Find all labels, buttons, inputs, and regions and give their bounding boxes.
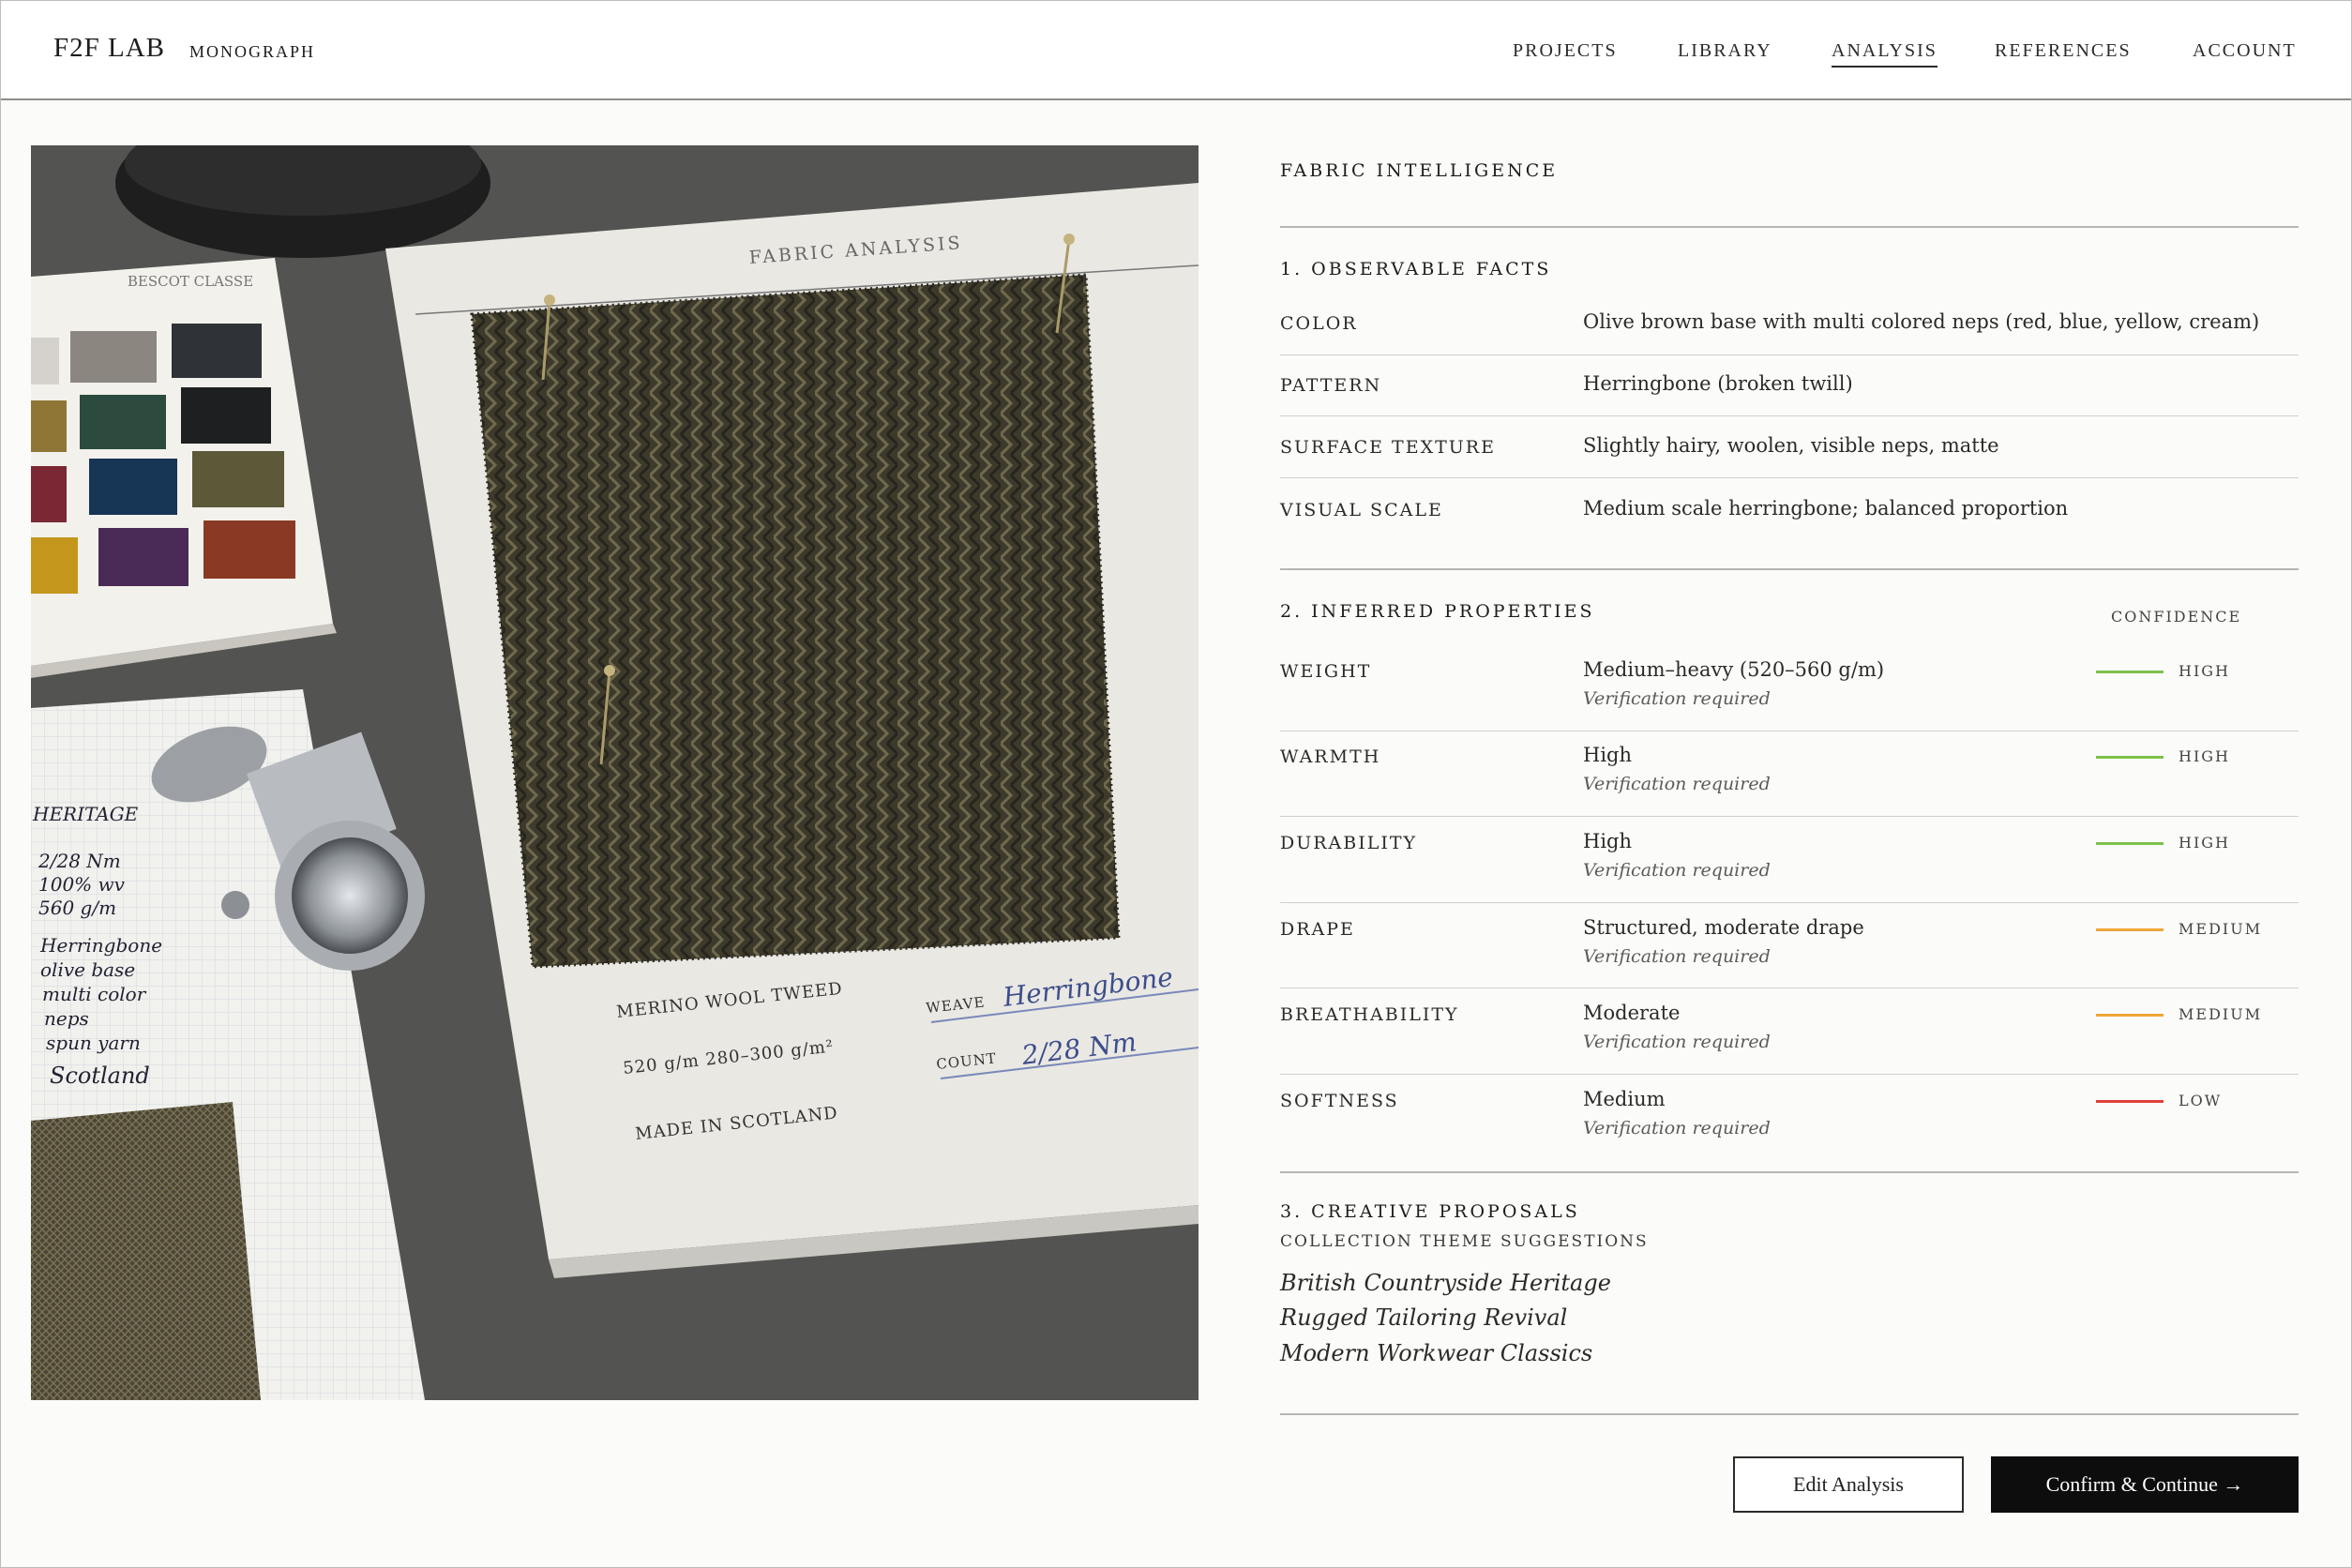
fact-label-visual-scale: VISUAL SCALE: [1280, 500, 1443, 520]
swatch-book-title: BESCOT CLASSE: [128, 273, 253, 290]
divider: [1280, 816, 2299, 817]
confidence-durability: HIGH: [2179, 834, 2231, 852]
divider: [1280, 1171, 2299, 1173]
edit-analysis-button[interactable]: Edit Analysis: [1733, 1456, 1964, 1513]
confidence-indicator: [2096, 1100, 2164, 1103]
theme-suggestion[interactable]: Rugged Tailoring Revival: [1280, 1304, 1567, 1331]
property-label-warmth: WARMTH: [1280, 746, 1381, 767]
theme-suggestion[interactable]: Modern Workwear Classics: [1280, 1340, 1592, 1366]
confidence-indicator: [2096, 928, 2164, 931]
divider: [1280, 902, 2299, 903]
fabric-photo: BESCOT CLASSE HERITAGE 2/28 Nm 100% wv 5…: [31, 145, 1199, 1400]
panel-eyebrow: FABRIC INTELLIGENCE: [1280, 160, 1559, 181]
fact-value-color: Olive brown base with multi colored neps…: [1583, 310, 2260, 333]
divider: [1280, 1074, 2299, 1075]
confidence-indicator: [2096, 1014, 2164, 1017]
property-note-weight: Verification required: [1583, 688, 1771, 709]
notebook-line: 100% wv: [38, 873, 126, 896]
nav-analysis[interactable]: ANALYSIS: [1832, 40, 1937, 68]
notebook-line: neps: [44, 1007, 89, 1030]
confirm-continue-button[interactable]: Confirm & Continue →: [1991, 1456, 2299, 1513]
confidence-indicator: [2096, 756, 2164, 759]
theme-suggestion[interactable]: British Countryside Heritage: [1280, 1270, 1611, 1296]
property-label-breathability: BREATHABILITY: [1280, 1004, 1459, 1025]
notebook-line: HERITAGE: [32, 803, 139, 825]
property-note-warmth: Verification required: [1583, 774, 1771, 794]
property-value-weight: Medium–heavy (520–560 g/m): [1583, 658, 1885, 681]
divider: [1280, 415, 2299, 416]
property-label-durability: DURABILITY: [1280, 833, 1418, 853]
observable-facts-title: 1. OBSERVABLE FACTS: [1280, 259, 1552, 279]
fact-value-pattern: Herringbone (broken twill): [1583, 372, 1853, 395]
fact-label-surface-texture: SURFACE TEXTURE: [1280, 437, 1496, 458]
confidence-weight: HIGH: [2179, 662, 2231, 680]
nav-account[interactable]: ACCOUNT: [2193, 40, 2297, 62]
top-navigation-bar: F2F LAB MONOGRAPH PROJECTS LIBRARY ANALY…: [1, 1, 2351, 100]
property-note-breathability: Verification required: [1583, 1032, 1771, 1052]
property-label-softness: SOFTNESS: [1280, 1091, 1399, 1111]
divider: [1280, 354, 2299, 355]
confidence-indicator: [2096, 842, 2164, 845]
nav-projects[interactable]: PROJECTS: [1513, 40, 1618, 62]
property-value-breathability: Moderate: [1583, 1002, 1681, 1024]
property-note-softness: Verification required: [1583, 1118, 1771, 1138]
inferred-properties-title: 2. INFERRED PROPERTIES: [1280, 601, 1595, 622]
notebook-line: Herringbone: [39, 934, 162, 957]
notebook-line: Scotland: [50, 1063, 150, 1089]
property-value-drape: Structured, moderate drape: [1583, 916, 1864, 939]
confidence-indicator: [2096, 671, 2164, 673]
confidence-breathability: MEDIUM: [2179, 1005, 2263, 1023]
property-label-drape: DRAPE: [1280, 919, 1355, 940]
fact-value-visual-scale: Medium scale herringbone; balanced propo…: [1583, 497, 2069, 520]
divider: [1280, 1413, 2299, 1415]
divider: [1280, 568, 2299, 570]
fact-label-pattern: PATTERN: [1280, 375, 1382, 396]
confidence-header: CONFIDENCE: [2111, 608, 2242, 626]
divider: [1280, 477, 2299, 478]
property-note-drape: Verification required: [1583, 946, 1771, 967]
notebook-line: olive base: [40, 958, 135, 981]
notebook-line: multi color: [42, 983, 147, 1005]
main-nav: PROJECTS LIBRARY ANALYSIS REFERENCES ACC…: [1, 40, 2351, 68]
notebook-line: 560 g/m: [38, 897, 116, 919]
property-label-weight: WEIGHT: [1280, 661, 1372, 682]
property-value-warmth: High: [1583, 744, 1632, 766]
app-window: F2F LAB MONOGRAPH PROJECTS LIBRARY ANALY…: [0, 0, 2352, 1568]
property-value-softness: Medium: [1583, 1088, 1666, 1110]
property-value-durability: High: [1583, 830, 1632, 852]
nav-references[interactable]: REFERENCES: [1995, 40, 2132, 62]
herringbone-swatch: [472, 275, 1119, 967]
fact-value-surface-texture: Slightly hairy, woolen, visible neps, ma…: [1583, 434, 1999, 457]
collection-theme-subtitle: COLLECTION THEME SUGGESTIONS: [1280, 1232, 1649, 1251]
property-note-durability: Verification required: [1583, 860, 1771, 881]
nav-library[interactable]: LIBRARY: [1678, 40, 1772, 62]
confidence-drape: MEDIUM: [2179, 920, 2263, 938]
creative-proposals-title: 3. CREATIVE PROPOSALS: [1280, 1201, 1580, 1222]
confidence-warmth: HIGH: [2179, 747, 2231, 765]
confidence-softness: LOW: [2179, 1092, 2223, 1109]
notebook-line: 2/28 Nm: [38, 850, 121, 872]
fact-label-color: COLOR: [1280, 313, 1358, 334]
notebook-line: spun yarn: [46, 1032, 141, 1054]
divider: [1280, 226, 2299, 228]
